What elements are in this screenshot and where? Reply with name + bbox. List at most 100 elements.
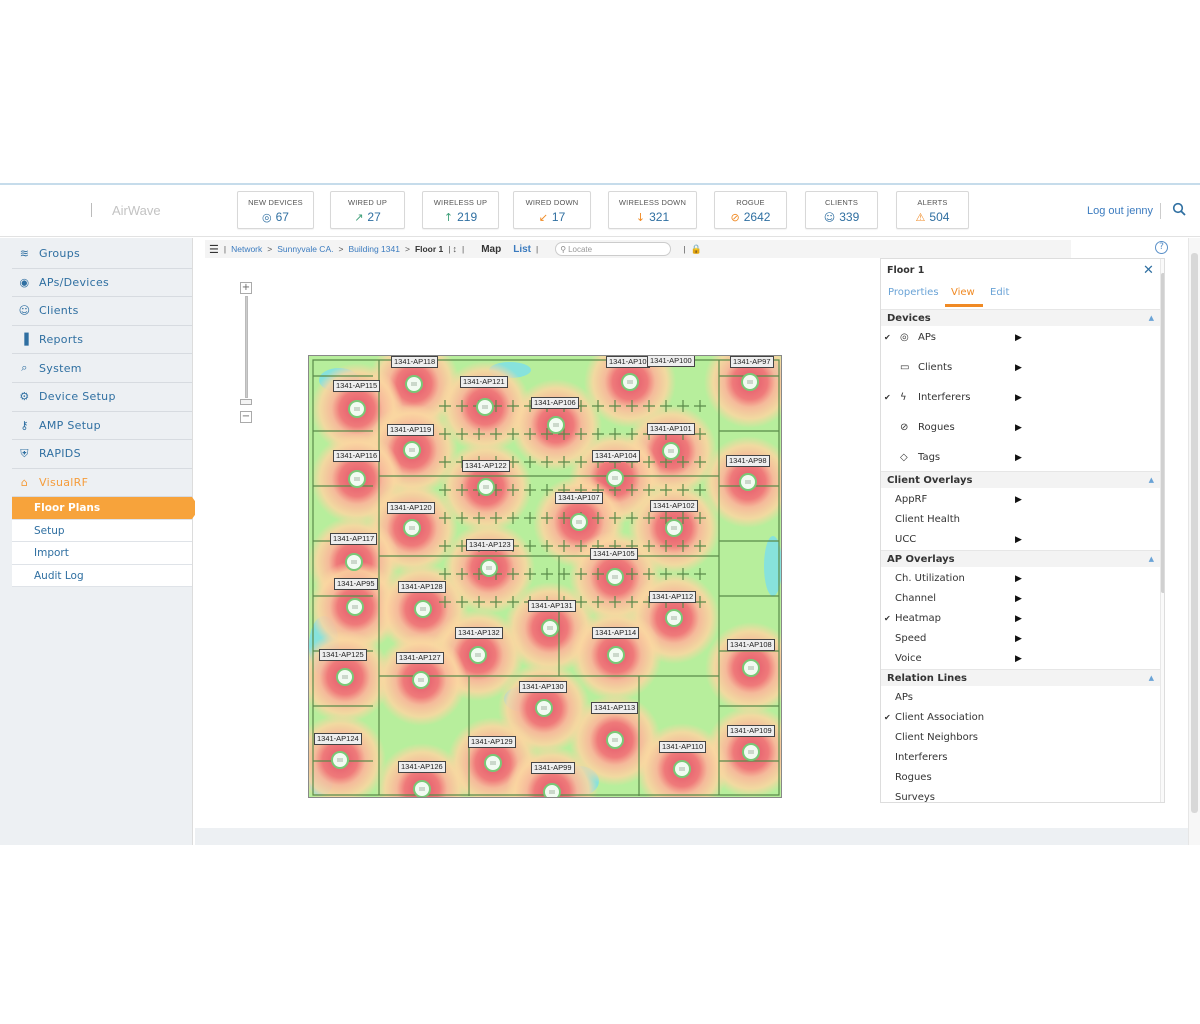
sidebar-item-system[interactable]: ⌕ System <box>12 354 192 383</box>
panel-item-rogues[interactable]: Rogues <box>881 768 1160 788</box>
panel-item-ch-utilization[interactable]: Ch. Utilization ▶ <box>881 569 1160 589</box>
sidebar-item-visualrf[interactable]: ⌂ VisualRF <box>12 469 192 498</box>
ap-label[interactable]: 1341-AP101 <box>647 423 695 435</box>
ap-label[interactable]: 1341-AP128 <box>398 581 446 593</box>
collapse-icon[interactable]: ▲ <box>1149 472 1154 489</box>
zoom-slider[interactable] <box>245 296 248 398</box>
submenu-arrow-icon[interactable]: ▶ <box>1015 629 1022 649</box>
sidebar-item-rapids[interactable]: ⛨ RAPIDS <box>12 440 192 469</box>
ap-label[interactable]: 1341-AP130 <box>519 681 567 693</box>
submenu-arrow-icon[interactable]: ▶ <box>1015 569 1022 589</box>
sidebar-subitem-import[interactable]: Import <box>12 542 192 565</box>
panel-item-interferers[interactable]: ✔ ϟ Interferers ▶ <box>881 388 1160 408</box>
page-scrollbar[interactable] <box>1188 238 1200 845</box>
panel-scrollbar-thumb[interactable] <box>1161 273 1164 593</box>
breadcrumb-building[interactable]: Building 1341 <box>348 244 400 254</box>
panel-item-speed[interactable]: Speed ▶ <box>881 629 1160 649</box>
zoom-out-button[interactable]: − <box>240 411 252 423</box>
panel-item-apprf[interactable]: AppRF ▶ <box>881 490 1160 510</box>
stat-wireless-up[interactable]: WIRELESS UP ↑ 219 <box>422 191 499 229</box>
layers-icon[interactable]: ☰ <box>209 243 219 256</box>
section-ap-overlays[interactable]: AP Overlays ▲ <box>881 550 1160 567</box>
ap-label[interactable]: 1341-AP117 <box>330 533 378 545</box>
ap-label[interactable]: 1341-AP110 <box>659 741 707 753</box>
ap-label[interactable]: 1341-AP100 <box>647 356 695 367</box>
close-icon[interactable]: ✕ <box>1143 263 1154 278</box>
submenu-arrow-icon[interactable]: ▶ <box>1015 490 1022 510</box>
submenu-arrow-icon[interactable]: ▶ <box>1015 418 1022 438</box>
panel-item-surveys[interactable]: Surveys <box>881 788 1160 802</box>
ap-label[interactable]: 1341-AP123 <box>466 539 514 551</box>
search-icon[interactable] <box>1172 202 1188 218</box>
ap-label[interactable]: 1341-AP120 <box>387 502 435 514</box>
zoom-slider-handle[interactable] <box>240 399 252 405</box>
panel-item-interferers[interactable]: Interferers <box>881 748 1160 768</box>
ap-label[interactable]: 1341-AP116 <box>333 450 381 462</box>
submenu-arrow-icon[interactable]: ▶ <box>1015 609 1022 629</box>
sidebar-item-reports[interactable]: ▐ Reports <box>12 326 192 355</box>
submenu-arrow-icon[interactable]: ▶ <box>1015 448 1022 468</box>
tab-properties[interactable]: Properties <box>888 287 939 298</box>
floor-switch-icon[interactable]: ↕ <box>453 244 458 254</box>
sidebar-subitem-floor-plans[interactable]: Floor Plans <box>12 497 200 520</box>
ap-label[interactable]: 1341-AP99 <box>531 762 575 774</box>
collapse-icon[interactable]: ▲ <box>1149 551 1154 568</box>
sidebar-item-aps-devices[interactable]: ◉ APs/Devices <box>12 269 192 298</box>
panel-item-client-neighbors[interactable]: Client Neighbors <box>881 728 1160 748</box>
panel-scrollbar[interactable] <box>1160 259 1164 802</box>
tab-edit[interactable]: Edit <box>990 287 1009 298</box>
ap-label[interactable]: 1341-AP107 <box>555 492 603 504</box>
tab-list[interactable]: List <box>513 244 531 255</box>
ap-label[interactable]: 1341-AP121 <box>460 376 508 388</box>
lock-icon[interactable]: 🔒 <box>690 244 701 255</box>
ap-label[interactable]: 1341-AP112 <box>649 591 697 603</box>
ap-label[interactable]: 1341-AP95 <box>334 578 378 590</box>
stat-wired-up[interactable]: WIRED UP ↗ 27 <box>330 191 405 229</box>
ap-label[interactable]: 1341-AP102 <box>650 500 698 512</box>
stat-clients[interactable]: CLIENTS ☺ 339 <box>805 191 878 229</box>
stat-alerts[interactable]: ALERTS ⚠ 504 <box>896 191 969 229</box>
ap-label[interactable]: 1341-AP122 <box>462 460 510 472</box>
stat-new-devices[interactable]: NEW DEVICES ◎ 67 <box>237 191 314 229</box>
submenu-arrow-icon[interactable]: ▶ <box>1015 649 1022 669</box>
sidebar-item-clients[interactable]: ☺ Clients <box>12 297 192 326</box>
panel-item-voice[interactable]: Voice ▶ <box>881 649 1160 669</box>
ap-label[interactable]: 1341-AP118 <box>391 356 439 368</box>
sidebar-subitem-setup[interactable]: Setup <box>12 519 192 543</box>
breadcrumb-network[interactable]: Network <box>231 244 262 254</box>
ap-label[interactable]: 1341-AP126 <box>398 761 446 773</box>
ap-label[interactable]: 1341-AP131 <box>528 600 576 612</box>
ap-label[interactable]: 1341-AP124 <box>314 733 362 745</box>
logout-link[interactable]: Log out jenny <box>1087 205 1153 217</box>
sidebar-item-device-setup[interactable]: ⚙ Device Setup <box>12 383 192 412</box>
ap-label[interactable]: 1341-AP106 <box>531 397 579 409</box>
sidebar-item-groups[interactable]: ≋ Groups <box>12 240 192 269</box>
tab-map[interactable]: Map <box>481 244 501 255</box>
section-client-overlays[interactable]: Client Overlays ▲ <box>881 471 1160 488</box>
ap-label[interactable]: 1341-AP132 <box>455 627 503 639</box>
ap-label[interactable]: 1341-AP104 <box>592 450 640 462</box>
panel-item-tags[interactable]: ◇ Tags ▶ <box>881 448 1160 468</box>
submenu-arrow-icon[interactable]: ▶ <box>1015 328 1022 348</box>
ap-label[interactable]: 1341-AP115 <box>333 380 381 392</box>
stat-rogue[interactable]: ROGUE ⊘ 2642 <box>714 191 787 229</box>
stat-wired-down[interactable]: WIRED DOWN ↙ 17 <box>513 191 591 229</box>
ap-label[interactable]: 1341-AP127 <box>396 652 444 664</box>
ap-label[interactable]: 1341-AP105 <box>590 548 638 560</box>
submenu-arrow-icon[interactable]: ▶ <box>1015 530 1022 550</box>
ap-label[interactable]: 1341-AP125 <box>319 649 367 661</box>
stat-wireless-down[interactable]: WIRELESS DOWN ↓ 321 <box>608 191 697 229</box>
submenu-arrow-icon[interactable]: ▶ <box>1015 388 1022 408</box>
sidebar-subitem-audit-log[interactable]: Audit Log <box>12 564 192 588</box>
ap-label[interactable]: 1341-AP129 <box>468 736 516 748</box>
panel-item-client-association[interactable]: ✔ Client Association <box>881 708 1160 728</box>
ap-label[interactable]: 1341-AP109 <box>727 725 775 737</box>
ap-label[interactable]: 1341-AP114 <box>592 627 640 639</box>
locate-input[interactable]: ⚲ Locate <box>555 242 672 256</box>
breadcrumb-site[interactable]: Sunnyvale CA. <box>277 244 333 254</box>
ap-label[interactable]: 1341-AP97 <box>730 356 774 368</box>
submenu-arrow-icon[interactable]: ▶ <box>1015 358 1022 378</box>
help-icon[interactable]: ? <box>1155 241 1168 254</box>
tab-view[interactable]: View <box>951 287 975 298</box>
collapse-icon[interactable]: ▲ <box>1149 670 1154 687</box>
